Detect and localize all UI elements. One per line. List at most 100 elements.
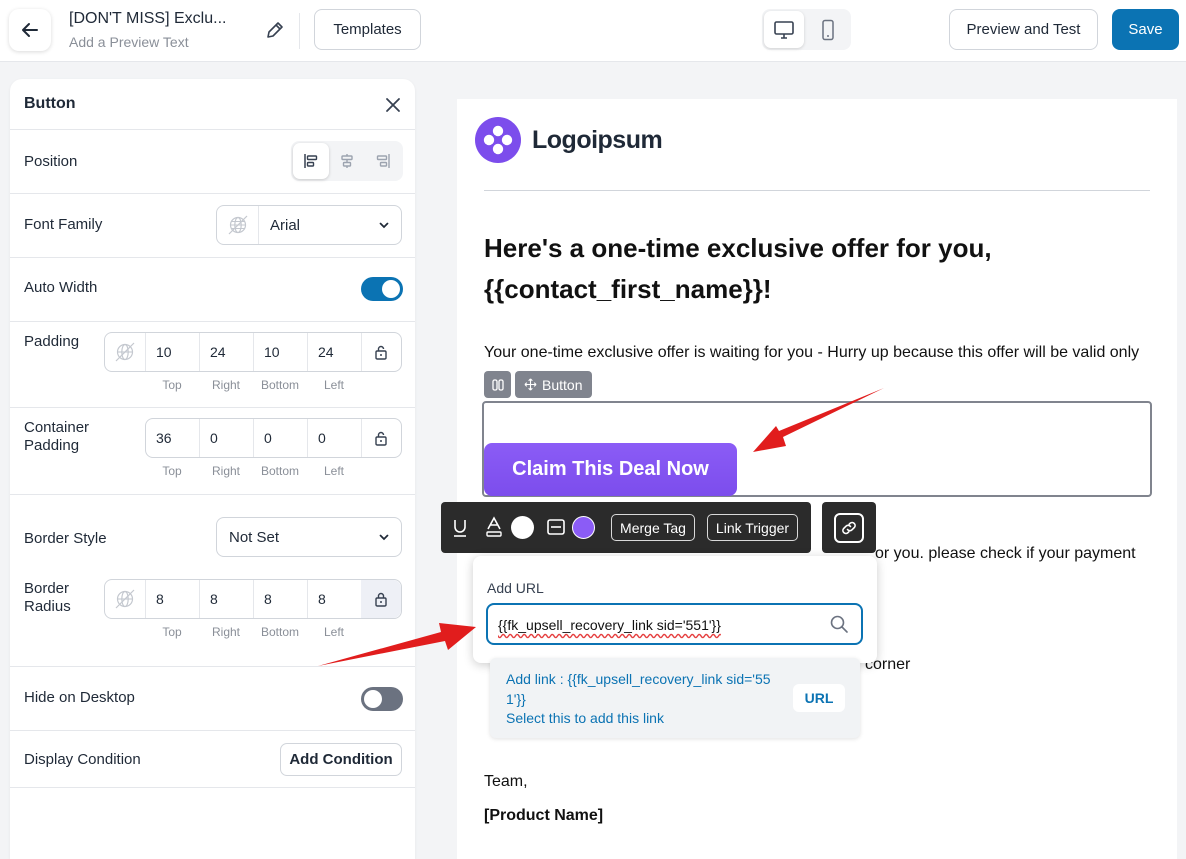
link-suggestion[interactable]: Add link : {{fk_upsell_recovery_link sid… — [490, 658, 860, 738]
columns-icon — [491, 378, 504, 391]
logo[interactable]: Logoipsum — [475, 117, 663, 163]
container-padding-right-input[interactable]: 0 — [200, 419, 254, 457]
link-icon — [842, 521, 856, 534]
product-name-text[interactable]: [Product Name] — [484, 806, 603, 826]
logo-text: Logoipsum — [532, 125, 663, 154]
signoff-text[interactable]: Team, — [484, 772, 528, 792]
url-input[interactable]: {{fk_upsell_recovery_link sid='551'}} — [486, 603, 863, 645]
padding-lock-button[interactable] — [361, 333, 401, 371]
email-title[interactable]: [DON'T MISS] Exclu... — [69, 10, 226, 28]
border-section: Border Style Not Set Border Radius 8 8 8 … — [10, 495, 415, 667]
text-color-swatch[interactable] — [511, 516, 534, 539]
font-family-select[interactable]: Arial — [216, 205, 402, 245]
radius-lock-button[interactable] — [361, 580, 401, 618]
hide-desktop-label: Hide on Desktop — [24, 689, 135, 706]
caption-right: Right — [211, 625, 240, 639]
button-block-tag[interactable]: Button — [515, 371, 592, 398]
email-paragraph[interactable]: Your one-time exclusive offer is waiting… — [484, 343, 1139, 363]
chevron-down-icon — [379, 534, 389, 541]
padding-top-input[interactable]: 10 — [146, 333, 200, 371]
align-right-button[interactable] — [365, 143, 401, 179]
align-center-icon — [341, 154, 353, 168]
add-url-popup: Add URL {{fk_upsell_recovery_link sid='5… — [473, 556, 877, 663]
radius-bottom-input[interactable]: 8 — [254, 580, 308, 618]
radius-right-input[interactable]: 8 — [200, 580, 254, 618]
underline-icon[interactable] — [451, 518, 469, 538]
auto-width-label: Auto Width — [24, 279, 98, 296]
container-padding-inputs: 36 0 0 0 — [145, 418, 402, 458]
templates-button[interactable]: Templates — [314, 9, 421, 50]
caption-left: Left — [323, 378, 344, 392]
align-left-icon — [304, 154, 318, 168]
border-radius-label: Border Radius — [24, 580, 71, 615]
align-left-button[interactable] — [293, 143, 329, 179]
container-padding-bottom-input[interactable]: 0 — [254, 419, 308, 457]
text-format-toolbar: Merge Tag Link Trigger — [441, 502, 811, 553]
desktop-view-button[interactable] — [764, 11, 804, 48]
font-family-row: Font Family Arial — [10, 194, 415, 258]
suggestion-text: Add link : {{fk_upsell_recovery_link sid… — [506, 671, 771, 707]
padding-inputs: 10 24 10 24 — [104, 332, 402, 372]
mobile-icon — [822, 19, 834, 40]
align-center-button[interactable] — [329, 143, 365, 179]
caption-left: Left — [323, 625, 344, 639]
pencil-icon[interactable] — [264, 19, 286, 41]
add-url-label: Add URL — [487, 580, 544, 596]
close-icon[interactable] — [384, 96, 402, 114]
globe-icon — [115, 589, 135, 609]
email-headline[interactable]: Here's a one-time exclusive offer for yo… — [484, 228, 1144, 310]
link-button[interactable] — [822, 502, 876, 553]
font-family-label: Font Family — [24, 216, 103, 233]
auto-width-toggle[interactable] — [361, 277, 403, 301]
position-label: Position — [24, 153, 78, 170]
caption-top: Top — [162, 464, 182, 478]
background-color-swatch[interactable] — [572, 516, 595, 539]
top-bar: [DON'T MISS] Exclu... Add a Preview Text… — [0, 0, 1186, 62]
link-trigger-button[interactable]: Link Trigger — [707, 514, 798, 541]
text-color-icon[interactable] — [484, 516, 504, 538]
move-icon — [524, 378, 537, 391]
caption-bottom: Bottom — [260, 378, 299, 392]
merge-tag-button[interactable]: Merge Tag — [611, 514, 695, 541]
caption-left: Left — [323, 464, 344, 478]
preview-and-test-button[interactable]: Preview and Test — [949, 9, 1098, 50]
display-condition-row: Display Condition Add Condition — [10, 731, 415, 788]
email-paragraph[interactable]: or you. please check if your payment — [875, 544, 1136, 564]
padding-bottom-input[interactable]: 10 — [254, 333, 308, 371]
claim-deal-button[interactable]: Claim This Deal Now — [484, 443, 737, 496]
container-padding-left-input[interactable]: 0 — [308, 419, 362, 457]
email-canvas: Logoipsum Here's a one-time exclusive of… — [457, 99, 1177, 859]
globe-icon — [228, 215, 247, 235]
radius-top-input[interactable]: 8 — [146, 580, 200, 618]
caption-bottom: Bottom — [260, 464, 299, 478]
divider — [484, 190, 1150, 191]
container-padding-label: Container Padding — [24, 419, 90, 454]
mobile-view-button[interactable] — [808, 11, 848, 48]
back-button[interactable] — [9, 9, 51, 51]
lock-icon — [375, 431, 387, 446]
chevron-down-icon — [379, 222, 389, 229]
container-padding-lock-button[interactable] — [361, 419, 401, 457]
radius-left-input[interactable]: 8 — [308, 580, 362, 618]
container-padding-row: Container Padding 36 0 0 0 Top Right Bott… — [10, 408, 415, 495]
border-style-value: Not Set — [229, 529, 280, 546]
border-style-select[interactable]: Not Set — [216, 517, 402, 557]
container-padding-top-input[interactable]: 36 — [146, 419, 200, 457]
font-family-value: Arial — [270, 217, 301, 234]
url-badge[interactable]: URL — [793, 684, 845, 712]
save-button[interactable]: Save — [1112, 9, 1179, 50]
search-icon[interactable] — [829, 614, 849, 634]
caption-right: Right — [211, 378, 240, 392]
column-handle[interactable] — [484, 371, 511, 398]
border-radius-inputs: 8 8 8 8 — [104, 579, 402, 619]
padding-right-input[interactable]: 24 — [200, 333, 254, 371]
hide-desktop-toggle[interactable] — [361, 687, 403, 711]
device-switcher — [762, 9, 851, 50]
border-style-label: Border Style — [24, 530, 107, 547]
padding-left-input[interactable]: 24 — [308, 333, 362, 371]
padding-row: Padding 10 24 10 24 Top Right Bottom Lef… — [10, 322, 415, 408]
caption-top: Top — [162, 378, 182, 392]
highlight-icon[interactable] — [546, 517, 566, 537]
add-condition-button[interactable]: Add Condition — [280, 743, 402, 776]
preview-text-field[interactable]: Add a Preview Text — [69, 34, 226, 50]
